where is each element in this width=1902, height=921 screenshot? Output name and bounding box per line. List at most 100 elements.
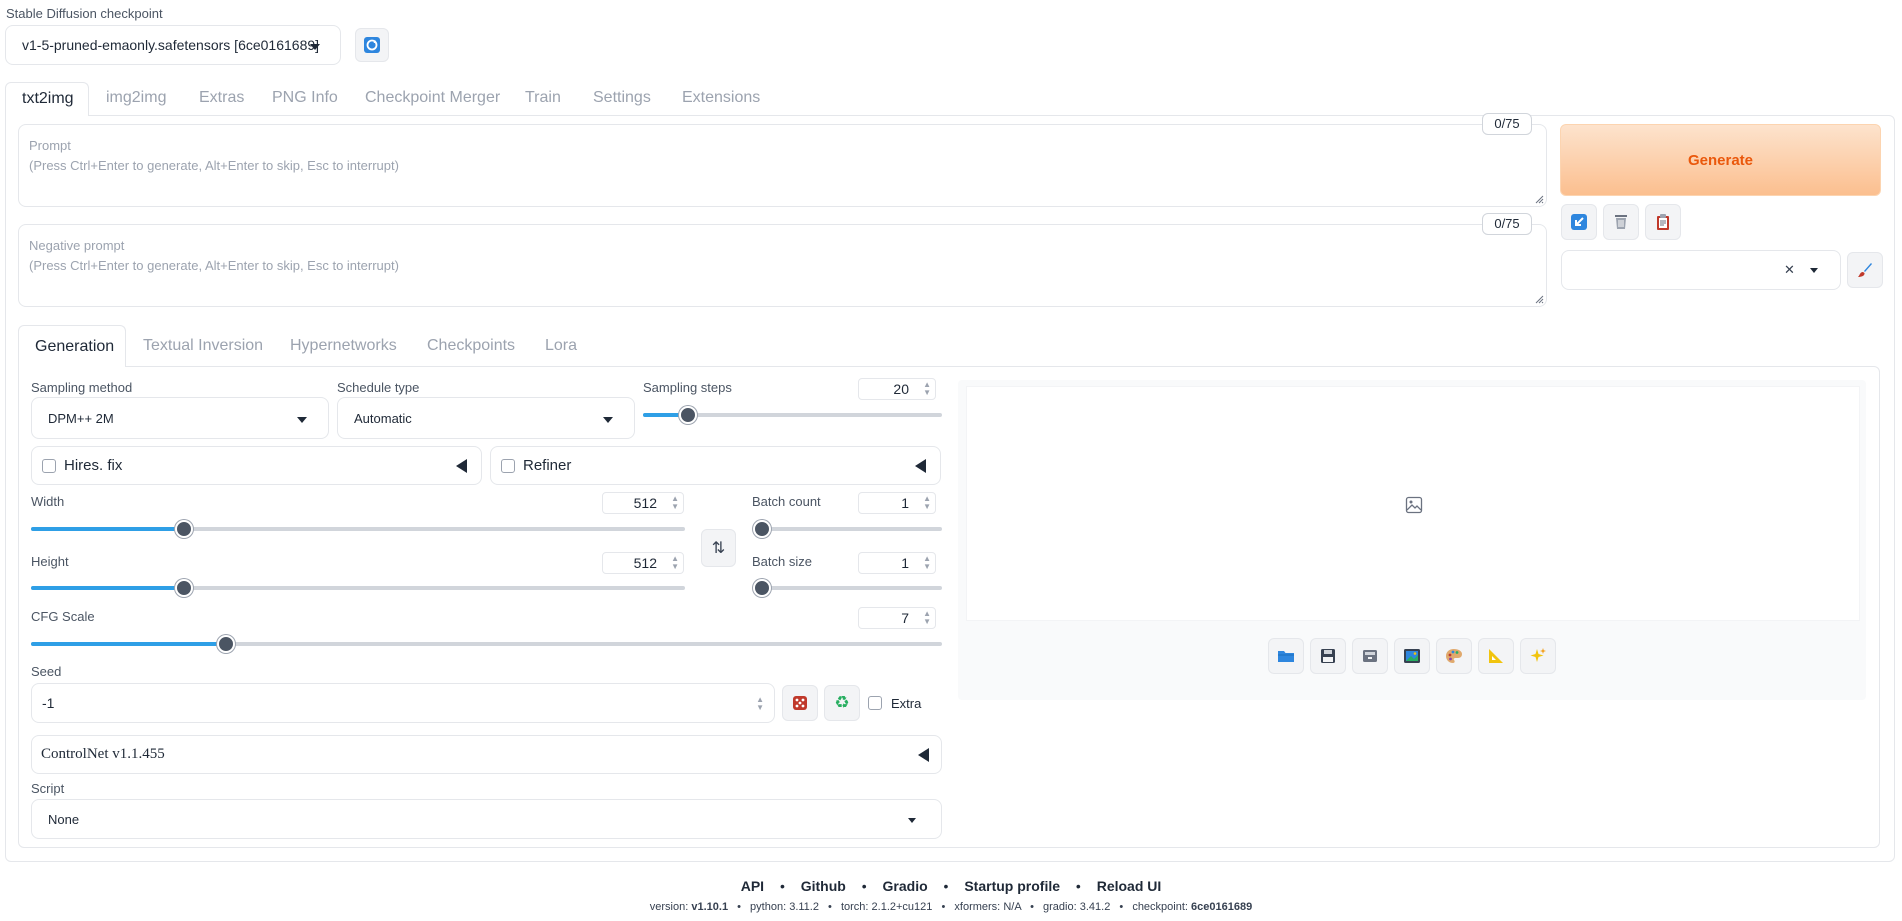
tab-train[interactable]: Train xyxy=(525,89,561,107)
tab-extras[interactable]: Extras xyxy=(199,89,244,107)
chevron-down-icon xyxy=(908,818,916,823)
checkpoint-dropdown[interactable]: v1-5-pruned-emaonly.safetensors [6ce0161… xyxy=(5,25,341,65)
swap-dimensions-button[interactable]: ⇅ xyxy=(701,529,736,567)
reuse-seed-button[interactable]: ♻ xyxy=(824,685,860,721)
schedule-type-dropdown[interactable]: Automatic xyxy=(337,397,635,439)
sparkles-icon xyxy=(1530,648,1546,662)
tab-checkpoints[interactable]: Checkpoints xyxy=(427,337,515,355)
tab-png-info[interactable]: PNG Info xyxy=(272,89,338,107)
spinner-icon[interactable]: ▲ ▼ xyxy=(923,495,931,511)
sampling-steps-slider[interactable] xyxy=(643,406,942,424)
tab-lora[interactable]: Lora xyxy=(545,337,577,355)
refresh-checkpoint-button[interactable] xyxy=(355,28,389,62)
extra-seed-checkbox[interactable] xyxy=(868,696,882,710)
cfg-scale-input[interactable]: 7 ▲ ▼ xyxy=(858,607,936,629)
width-input[interactable]: 512 ▲ ▼ xyxy=(602,492,684,514)
tab-generation[interactable]: Generation xyxy=(18,325,126,367)
width-slider[interactable] xyxy=(31,520,685,538)
height-input[interactable]: 512 ▲ ▼ xyxy=(602,552,684,574)
send-to-img2img-button[interactable] xyxy=(1394,638,1430,674)
generate-button[interactable]: Generate xyxy=(1560,124,1881,196)
collapse-arrow-icon[interactable] xyxy=(456,459,467,473)
refiner-checkbox[interactable] xyxy=(501,459,515,473)
hires-fix-checkbox[interactable] xyxy=(42,459,56,473)
clear-icon[interactable]: ✕ xyxy=(1784,262,1795,278)
tab-checkpoint-merger[interactable]: Checkpoint Merger xyxy=(365,89,500,107)
spinner-icon[interactable]: ▲ ▼ xyxy=(923,555,931,571)
slider-thumb[interactable] xyxy=(753,520,771,538)
read-params-button[interactable] xyxy=(1561,204,1597,240)
chevron-down-icon xyxy=(297,417,307,423)
upscale-button[interactable] xyxy=(1520,638,1556,674)
floppy-disk-icon xyxy=(1321,649,1335,663)
picture-icon xyxy=(1404,649,1420,663)
sampling-method-dropdown[interactable]: DPM++ 2M xyxy=(31,397,329,439)
arrow-in-icon xyxy=(1571,214,1587,230)
cfg-scale-slider[interactable] xyxy=(31,635,942,653)
prompt-textarea[interactable]: Prompt (Press Ctrl+Enter to generate, Al… xyxy=(18,124,1547,207)
footer-separator: • xyxy=(941,901,946,913)
footer-link-startup-profile[interactable]: Startup profile xyxy=(964,878,1060,894)
slider-thumb[interactable] xyxy=(678,406,697,424)
open-folder-button[interactable] xyxy=(1268,638,1304,674)
controlnet-accordion[interactable]: ControlNet v1.1.455 xyxy=(31,735,942,774)
apply-style-button[interactable] xyxy=(1645,204,1681,240)
batch-size-input[interactable]: 1 ▲ ▼ xyxy=(858,552,936,574)
hires-fix-accordion[interactable]: Hires. fix xyxy=(31,446,482,485)
height-value: 512 xyxy=(633,555,657,571)
send-to-extras-button[interactable] xyxy=(1478,638,1514,674)
sampling-steps-label: Sampling steps xyxy=(643,380,732,395)
gradio-label: gradio: xyxy=(1043,901,1077,913)
output-gallery[interactable] xyxy=(966,386,1860,621)
styles-dropdown[interactable]: ✕ xyxy=(1561,250,1841,290)
random-seed-button[interactable] xyxy=(782,685,818,721)
slider-thumb[interactable] xyxy=(175,579,194,597)
cfg-scale-label: CFG Scale xyxy=(31,609,95,624)
width-value: 512 xyxy=(633,495,657,511)
slider-thumb[interactable] xyxy=(175,520,194,538)
tab-hypernetworks[interactable]: Hypernetworks xyxy=(290,337,397,355)
send-to-inpaint-button[interactable] xyxy=(1436,638,1472,674)
spinner-icon[interactable]: ▲ ▼ xyxy=(923,610,931,626)
footer-link-api[interactable]: API xyxy=(741,878,764,894)
footer-separator: • xyxy=(1075,878,1081,894)
checkpoint-label: Stable Diffusion checkpoint xyxy=(6,6,163,21)
spinner-icon[interactable]: ▲ ▼ xyxy=(671,555,679,571)
swap-arrows-icon: ⇅ xyxy=(711,540,726,557)
spinner-icon[interactable]: ▲ ▼ xyxy=(756,696,764,712)
save-button[interactable] xyxy=(1310,638,1346,674)
spinner-icon[interactable]: ▲ ▼ xyxy=(923,381,931,397)
tab-txt2img[interactable]: txt2img xyxy=(5,82,89,116)
tab-extensions[interactable]: Extensions xyxy=(682,89,760,107)
chevron-down-icon xyxy=(310,44,320,50)
script-dropdown[interactable]: None xyxy=(31,799,942,839)
resize-handle-icon[interactable] xyxy=(1535,195,1544,204)
refiner-accordion[interactable]: Refiner xyxy=(490,446,941,485)
sampling-steps-input[interactable]: 20 ▲ ▼ xyxy=(858,378,936,400)
sampling-method-label: Sampling method xyxy=(31,380,133,395)
tab-img2img[interactable]: img2img xyxy=(106,89,166,107)
footer-link-github[interactable]: Github xyxy=(801,878,846,894)
zip-button[interactable] xyxy=(1352,638,1388,674)
torch-value: 2.1.2+cu121 xyxy=(871,901,933,913)
seed-input[interactable]: -1 ▲ ▼ xyxy=(31,683,775,723)
xformers-label: xformers: xyxy=(954,901,1001,913)
spinner-icon[interactable]: ▲ ▼ xyxy=(671,495,679,511)
collapse-arrow-icon[interactable] xyxy=(918,748,929,762)
batch-count-input[interactable]: 1 ▲ ▼ xyxy=(858,492,936,514)
height-slider[interactable] xyxy=(31,579,685,597)
slider-thumb[interactable] xyxy=(753,579,771,597)
batch-count-slider[interactable] xyxy=(753,520,942,538)
negative-prompt-textarea[interactable]: Negative prompt (Press Ctrl+Enter to gen… xyxy=(18,224,1547,307)
slider-thumb[interactable] xyxy=(216,635,235,653)
batch-size-slider[interactable] xyxy=(753,579,942,597)
edit-styles-button[interactable] xyxy=(1847,252,1883,288)
collapse-arrow-icon[interactable] xyxy=(915,459,926,473)
tab-textual-inversion[interactable]: Textual Inversion xyxy=(143,337,263,355)
tab-settings[interactable]: Settings xyxy=(593,89,651,107)
footer-link-reload-ui[interactable]: Reload UI xyxy=(1097,878,1162,894)
clear-prompt-button[interactable] xyxy=(1603,204,1639,240)
resize-handle-icon[interactable] xyxy=(1535,295,1544,304)
python-value: 3.11.2 xyxy=(789,901,819,913)
footer-link-gradio[interactable]: Gradio xyxy=(883,878,928,894)
